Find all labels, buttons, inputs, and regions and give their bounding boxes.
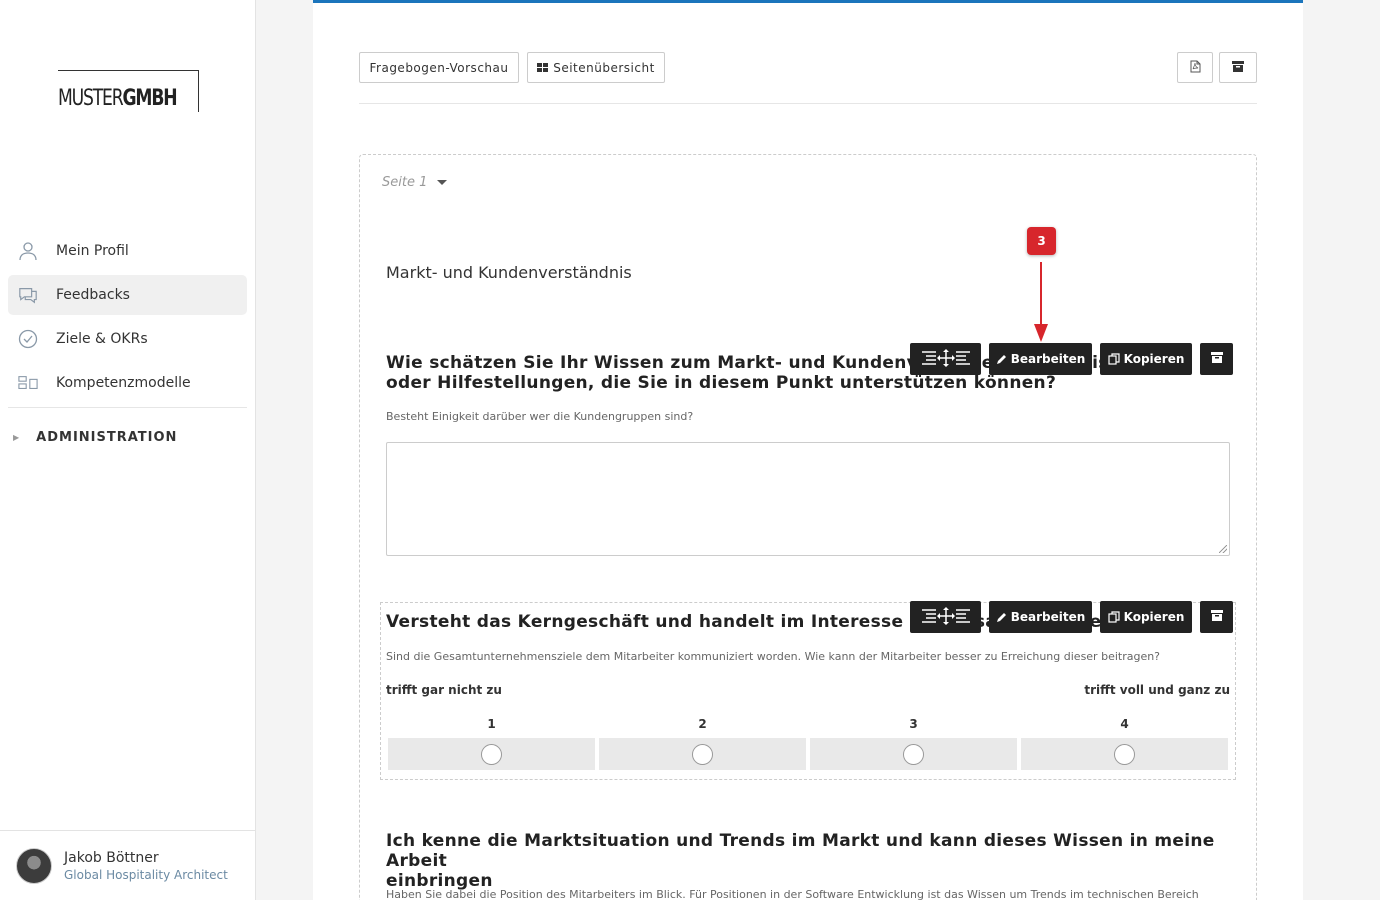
- archive-question-button[interactable]: [1200, 601, 1233, 633]
- sidebar: MUSTERGMBH Mein Profil Feedbacks Ziele &…: [0, 0, 256, 900]
- archive-icon: [1210, 352, 1223, 366]
- admin-label: ADMINISTRATION: [36, 429, 178, 445]
- scale-number-1: 1: [487, 717, 496, 731]
- edit-button[interactable]: Bearbeiten: [989, 601, 1092, 633]
- main-content: Fragebogen-Vorschau Seitenübersicht Seit…: [313, 0, 1303, 900]
- drag-handle-button[interactable]: [910, 601, 981, 633]
- question-1-answer-textarea[interactable]: [386, 442, 1230, 556]
- copy-icon: [1108, 353, 1120, 365]
- chat-icon: [18, 285, 38, 305]
- edit-button-label: Bearbeiten: [1010, 610, 1086, 624]
- scale-option-4: [1021, 738, 1228, 770]
- pencil-icon: [996, 354, 1007, 365]
- toolbar: Fragebogen-Vorschau Seitenübersicht: [359, 49, 1257, 104]
- resize-handle-icon[interactable]: [1219, 545, 1227, 553]
- section-title: Markt- und Kundenverständnis: [386, 263, 632, 282]
- radio-option-3[interactable]: [903, 743, 924, 765]
- scale-option-1: [388, 738, 595, 770]
- question-1-title-line2: oder Hilfestellungen, die Sie in diesem …: [386, 373, 1057, 393]
- logo-text-part2: GMBH: [122, 86, 177, 111]
- step-badge: 3: [1027, 227, 1056, 255]
- user-panel[interactable]: Jakob Böttner Global Hospitality Archite…: [0, 830, 255, 900]
- sidebar-item-feedbacks[interactable]: Feedbacks: [8, 275, 247, 315]
- question-3-title: Ich kenne die Marktsituation und Trends …: [386, 831, 1231, 891]
- page-selector[interactable]: Seite 1: [382, 175, 448, 190]
- edit-button[interactable]: Bearbeiten: [989, 343, 1092, 375]
- scale-number-4: 4: [1120, 717, 1129, 731]
- archive-question-button[interactable]: [1200, 343, 1233, 375]
- archive-icon: [1210, 610, 1223, 624]
- preview-button-label: Fragebogen-Vorschau: [369, 60, 509, 75]
- radio-option-2[interactable]: [692, 743, 713, 765]
- question-1-description: Besteht Einigkeit darüber wer die Kunden…: [386, 410, 694, 423]
- copy-icon: [1108, 611, 1120, 623]
- copy-button-label: Kopieren: [1123, 352, 1185, 366]
- sidebar-item-mein-profil[interactable]: Mein Profil: [8, 231, 247, 271]
- question-2-actions: Bearbeiten Kopieren: [910, 601, 1233, 633]
- check-circle-icon: [18, 329, 38, 349]
- copy-button-label: Kopieren: [1123, 610, 1185, 624]
- sidebar-item-administration[interactable]: ▶ ADMINISTRATION: [8, 408, 247, 466]
- annotation-arrow-line: [1040, 262, 1042, 326]
- copy-button[interactable]: Kopieren: [1100, 343, 1192, 375]
- question-2-title-text: Versteht das Kerngeschäft und handelt im…: [386, 612, 963, 632]
- arrow-down-icon: [1034, 324, 1048, 342]
- avatar: [16, 847, 52, 884]
- sidebar-item-kompetenzmodelle[interactable]: Kompetenzmodelle: [8, 363, 247, 403]
- scale-max-label: trifft voll und ganz zu: [1084, 683, 1230, 697]
- grid-icon: [537, 62, 549, 73]
- main-nav: Mein Profil Feedbacks Ziele & OKRs Kompe…: [8, 231, 247, 466]
- sidebar-item-label: Kompetenzmodelle: [56, 375, 191, 391]
- question-3-description: Haben Sie dabei die Position des Mitarbe…: [386, 888, 1199, 900]
- triangle-right-icon: ▶: [13, 432, 20, 442]
- pdf-export-button[interactable]: [1177, 52, 1213, 83]
- page-label: Seite 1: [382, 175, 428, 190]
- archive-icon: [1232, 60, 1244, 75]
- scale-option-3: [810, 738, 1017, 770]
- sidebar-item-label: Mein Profil: [56, 243, 129, 259]
- user-icon: [18, 241, 38, 261]
- question-2-description: Sind die Gesamtunternehmensziele dem Mit…: [386, 650, 1161, 663]
- question-3-title-line1: Ich kenne die Marktsituation und Trends …: [386, 831, 1215, 871]
- scale-min-label: trifft gar nicht zu: [386, 683, 502, 697]
- page-overview-button[interactable]: Seitenübersicht: [527, 52, 665, 83]
- drag-handle-button[interactable]: [910, 343, 981, 375]
- archive-button[interactable]: [1219, 52, 1257, 83]
- radio-option-4[interactable]: [1114, 743, 1135, 765]
- pencil-icon: [996, 612, 1007, 623]
- move-icon: [920, 606, 972, 628]
- scale-number-2: 2: [698, 717, 707, 731]
- company-logo[interactable]: MUSTERGMBH: [58, 70, 199, 112]
- preview-button[interactable]: Fragebogen-Vorschau: [359, 52, 519, 83]
- user-role: Global Hospitality Architect: [64, 867, 228, 882]
- scale-option-2: [599, 738, 806, 770]
- file-pdf-icon: [1190, 60, 1201, 76]
- radio-option-1[interactable]: [481, 743, 502, 765]
- copy-button[interactable]: Kopieren: [1100, 601, 1192, 633]
- question-1-title-line1: Wie schätzen Sie Ihr Wissen zum Markt- u…: [386, 353, 958, 373]
- caret-down-icon: [437, 180, 448, 185]
- question-1-actions: Bearbeiten Kopieren: [910, 343, 1233, 375]
- user-name: Jakob Böttner: [64, 849, 159, 866]
- logo-text-part1: MUSTER: [58, 86, 124, 111]
- edit-button-label: Bearbeiten: [1010, 352, 1086, 366]
- move-icon: [920, 348, 972, 370]
- blocks-icon: [18, 373, 38, 393]
- sidebar-item-ziele-okrs[interactable]: Ziele & OKRs: [8, 319, 247, 359]
- sidebar-item-label: Ziele & OKRs: [56, 331, 148, 347]
- sidebar-item-label: Feedbacks: [56, 287, 130, 303]
- page-container: Seite 1 Markt- und Kundenverständnis Wie…: [359, 154, 1257, 900]
- page-overview-button-label: Seitenübersicht: [553, 60, 655, 75]
- scale-number-3: 3: [909, 717, 918, 731]
